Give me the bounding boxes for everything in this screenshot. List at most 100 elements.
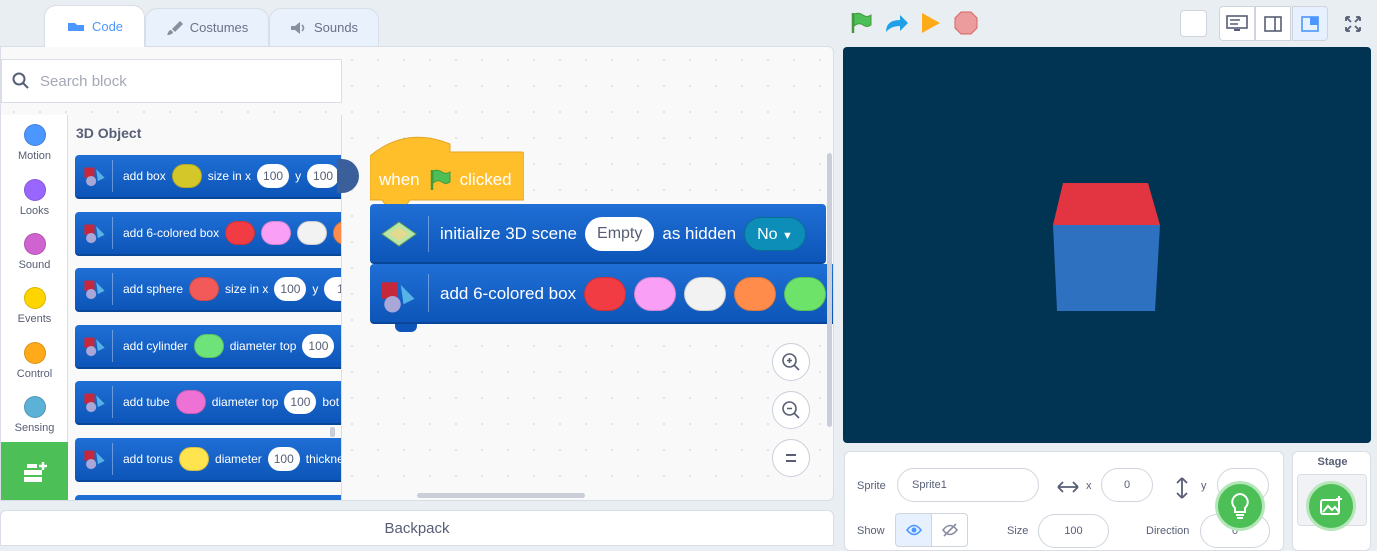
add-backdrop-button[interactable] [1306, 481, 1356, 531]
color-swatch[interactable] [175, 390, 206, 414]
value-field[interactable]: 100 [284, 390, 317, 414]
x-input[interactable]: 0 [1101, 468, 1153, 502]
scene-dropdown[interactable]: Empty [585, 217, 655, 251]
3d-object-icon [84, 330, 113, 362]
color-swatch[interactable] [784, 277, 827, 311]
start-button[interactable] [920, 11, 942, 40]
code-panel: Motion Looks Sound Events Control Sensin… [0, 46, 834, 501]
color-swatch[interactable] [333, 221, 341, 245]
when-flag-clicked-block[interactable]: when clicked [370, 134, 524, 212]
value-field[interactable]: 100 [302, 334, 335, 358]
color-swatch[interactable] [189, 277, 220, 301]
backpack-label: Backpack [384, 519, 450, 537]
category-motion[interactable]: Motion [1, 124, 68, 162]
param-label: diameter top [211, 395, 279, 409]
small-stage-button[interactable] [1219, 6, 1255, 41]
lightbulb-icon [1231, 492, 1249, 519]
param-label: size in x [207, 169, 252, 183]
color-swatch[interactable] [684, 277, 727, 311]
color-swatch[interactable] [634, 277, 677, 311]
search-input[interactable] [40, 72, 320, 90]
color-swatch[interactable] [225, 221, 256, 245]
param-label: y [312, 282, 319, 296]
control-dot-icon [23, 342, 46, 364]
category-sensing[interactable]: Sensing [1, 396, 68, 434]
category-control[interactable]: Control [1, 342, 68, 380]
zoom-reset-button[interactable] [772, 439, 810, 477]
category-sound-label: Sound [18, 259, 51, 271]
palette-block-add-box[interactable]: add box size in x 100 y 100 [75, 155, 341, 199]
green-flag-button[interactable] [849, 11, 873, 40]
category-looks[interactable]: Looks [1, 179, 68, 217]
tab-costumes[interactable]: Costumes [145, 8, 269, 46]
value-field[interactable]: 100 [274, 277, 307, 301]
param-label: diameter [215, 452, 262, 466]
tab-code[interactable]: Code [44, 5, 145, 47]
color-swatch[interactable] [734, 277, 777, 311]
horizontal-scrollbar[interactable] [417, 493, 585, 498]
palette-block-add-cylinder[interactable]: add cylinder diameter top 100 [75, 325, 341, 369]
color-swatch[interactable] [297, 221, 328, 245]
palette-block-add-torus[interactable]: add torus diameter 100 thickne [75, 438, 341, 482]
play-icon [922, 13, 940, 33]
value-field[interactable]: 100 [257, 164, 290, 188]
tab-sounds[interactable]: Sounds [269, 8, 379, 46]
show-hidden-button[interactable] [931, 513, 968, 547]
block-notch [395, 324, 417, 332]
turbo-redo-button[interactable] [884, 12, 910, 39]
blank-toggle-button[interactable] [1180, 10, 1207, 37]
sound-dot-icon [23, 233, 46, 255]
color-swatch[interactable] [261, 221, 292, 245]
stop-button[interactable] [954, 11, 978, 40]
normal-stage-button[interactable] [1255, 6, 1291, 41]
sprite-name-input[interactable]: Sprite1 [897, 468, 1039, 502]
palette-block-add-sphere[interactable]: add sphere size in x 100 y 1 [75, 268, 341, 312]
category-motion-label: Motion [17, 150, 52, 162]
zoom-out-button[interactable] [772, 391, 810, 429]
initialize-3d-scene-block[interactable]: initialize 3D scene Empty as hidden No ▼ [370, 204, 826, 264]
vertical-scrollbar[interactable] [827, 153, 832, 427]
add-6-colored-box-block[interactable]: add 6-colored box [370, 264, 833, 324]
3d-object-icon [84, 443, 113, 475]
size-input[interactable]: 100 [1038, 514, 1109, 548]
category-events-label: Events [17, 313, 52, 325]
palette-scrollbar[interactable] [330, 427, 335, 437]
value-field[interactable]: 1 [324, 277, 341, 301]
category-sound[interactable]: Sound [1, 233, 68, 271]
add-6-colored-box-label: add 6-colored box [440, 284, 577, 303]
color-swatch[interactable] [193, 334, 224, 358]
value-field[interactable]: 100 [267, 447, 300, 471]
add-image-icon [1320, 496, 1342, 515]
show-visible-button[interactable] [895, 513, 932, 547]
fullscreen-button[interactable] [1335, 6, 1371, 41]
x-label: x [1086, 480, 1092, 492]
equals-icon [786, 454, 796, 462]
tab-code-label: Code [91, 19, 124, 34]
category-events[interactable]: Events [1, 287, 68, 325]
zoom-in-button[interactable] [772, 343, 810, 381]
palette-overflow-indicator [337, 159, 359, 193]
backpack-bar[interactable]: Backpack [0, 510, 834, 546]
3d-object-icon [84, 217, 113, 249]
hidden-dropdown[interactable]: No ▼ [744, 217, 806, 251]
large-stage-button[interactable] [1292, 6, 1328, 41]
horizontal-arrows-icon [1057, 481, 1079, 493]
zoom-out-icon [782, 401, 800, 419]
add-extension-button[interactable] [1, 442, 68, 500]
color-swatch[interactable] [584, 277, 627, 311]
color-swatch[interactable] [179, 447, 210, 471]
palette-block-add-tube[interactable]: add tube diameter top 100 bot [75, 381, 341, 425]
palette-block-partial[interactable] [75, 495, 341, 500]
value-field[interactable]: 100 [307, 164, 340, 188]
palette-block-add-6-colored-box[interactable]: add 6-colored box [75, 212, 341, 256]
stage-canvas[interactable] [843, 47, 1371, 443]
stop-icon [954, 11, 978, 35]
palette-block-label: add sphere [123, 282, 184, 296]
eye-slash-icon [941, 523, 958, 537]
extension-icon [23, 462, 47, 482]
color-swatch[interactable] [171, 164, 202, 188]
hidden-value: No [757, 226, 778, 243]
tips-button[interactable] [1215, 481, 1265, 531]
palette-title: 3D Object [76, 125, 142, 141]
block-palette: 3D Object add box size in x 100 y 100 ad… [68, 115, 342, 500]
